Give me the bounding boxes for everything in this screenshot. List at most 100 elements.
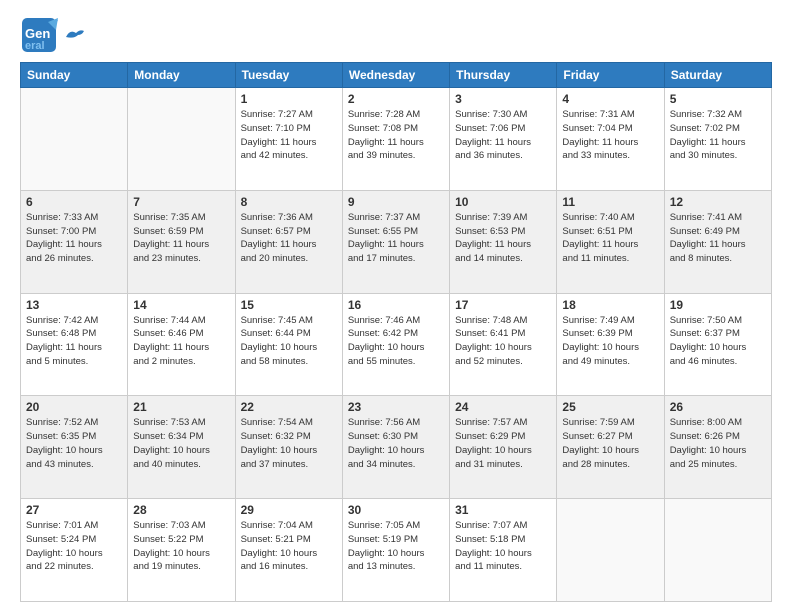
weekday-header-friday: Friday: [557, 63, 664, 88]
calendar-cell: 31 Sunrise: 7:07 AMSunset: 5:18 PMDayligh…: [450, 499, 557, 602]
svg-text:Gen: Gen: [25, 26, 50, 41]
calendar-cell: 30Sunrise: 7:05 AMSunset: 5:19 PMDayligh…: [342, 499, 449, 602]
day-number: 29: [241, 503, 337, 517]
day-info: Sunrise: 7:04 AMSunset: 5:21 PMDaylight:…: [241, 519, 337, 574]
weekday-header-tuesday: Tuesday: [235, 63, 342, 88]
day-number: 11: [562, 195, 658, 209]
day-info: Sunrise: 7:42 AMSunset: 6:48 PMDaylight:…: [26, 314, 122, 369]
day-number: 6: [26, 195, 122, 209]
day-number: 15: [241, 298, 337, 312]
calendar-cell: 5 Sunrise: 7:32 AMSunset: 7:02 PMDaylight…: [664, 88, 771, 191]
day-number: 2: [348, 92, 444, 106]
calendar-cell: 1Sunrise: 7:27 AMSunset: 7:10 PMDaylight…: [235, 88, 342, 191]
calendar-row-1: 6 Sunrise: 7:33 AMSunset: 7:00 PMDaylight…: [21, 190, 772, 293]
day-number: 22: [241, 400, 337, 414]
calendar-row-4: 27Sunrise: 7:01 AMSunset: 5:24 PMDayligh…: [21, 499, 772, 602]
weekday-header-monday: Monday: [128, 63, 235, 88]
calendar-cell: 25Sunrise: 7:59 AMSunset: 6:27 PMDayligh…: [557, 396, 664, 499]
day-info: Sunrise: 7:52 AMSunset: 6:35 PMDaylight:…: [26, 416, 122, 471]
day-number: 25: [562, 400, 658, 414]
day-number: 20: [26, 400, 122, 414]
calendar-row-0: 1Sunrise: 7:27 AMSunset: 7:10 PMDaylight…: [21, 88, 772, 191]
day-number: 5: [670, 92, 766, 106]
day-info: Sunrise: 7:33 AMSunset: 7:00 PMDaylight:…: [26, 211, 122, 266]
calendar-table: SundayMondayTuesdayWednesdayThursdayFrid…: [20, 62, 772, 602]
calendar-header-row: SundayMondayTuesdayWednesdayThursdayFrid…: [21, 63, 772, 88]
day-info: Sunrise: 7:28 AMSunset: 7:08 PMDaylight:…: [348, 108, 444, 163]
calendar-cell: 8 Sunrise: 7:36 AMSunset: 6:57 PMDaylight…: [235, 190, 342, 293]
day-info: Sunrise: 7:30 AMSunset: 7:06 PMDaylight:…: [455, 108, 551, 163]
calendar-cell: 29 Sunrise: 7:04 AMSunset: 5:21 PMDayligh…: [235, 499, 342, 602]
day-number: 14: [133, 298, 229, 312]
logo: Gen eral: [20, 16, 86, 54]
day-info: Sunrise: 7:37 AMSunset: 6:55 PMDaylight:…: [348, 211, 444, 266]
day-info: Sunrise: 7:05 AMSunset: 5:19 PMDaylight:…: [348, 519, 444, 574]
day-info: Sunrise: 7:57 AMSunset: 6:29 PMDaylight:…: [455, 416, 551, 471]
day-info: Sunrise: 7:40 AMSunset: 6:51 PMDaylight:…: [562, 211, 658, 266]
day-info: Sunrise: 7:53 AMSunset: 6:34 PMDaylight:…: [133, 416, 229, 471]
day-number: 28: [133, 503, 229, 517]
calendar-cell: 17 Sunrise: 7:48 AMSunset: 6:41 PMDayligh…: [450, 293, 557, 396]
day-number: 7: [133, 195, 229, 209]
day-number: 19: [670, 298, 766, 312]
calendar-cell: 26Sunrise: 8:00 AMSunset: 6:26 PMDayligh…: [664, 396, 771, 499]
day-number: 18: [562, 298, 658, 312]
day-info: Sunrise: 7:31 AMSunset: 7:04 PMDaylight:…: [562, 108, 658, 163]
weekday-header-thursday: Thursday: [450, 63, 557, 88]
weekday-header-saturday: Saturday: [664, 63, 771, 88]
day-info: Sunrise: 7:48 AMSunset: 6:41 PMDaylight:…: [455, 314, 551, 369]
calendar-cell: 3 Sunrise: 7:30 AMSunset: 7:06 PMDaylight…: [450, 88, 557, 191]
calendar-cell: 27Sunrise: 7:01 AMSunset: 5:24 PMDayligh…: [21, 499, 128, 602]
svg-text:eral: eral: [25, 40, 45, 52]
header: Gen eral: [20, 16, 772, 54]
day-number: 9: [348, 195, 444, 209]
day-info: Sunrise: 7:27 AMSunset: 7:10 PMDaylight:…: [241, 108, 337, 163]
day-number: 12: [670, 195, 766, 209]
calendar-cell: 9 Sunrise: 7:37 AMSunset: 6:55 PMDaylight…: [342, 190, 449, 293]
day-info: Sunrise: 7:41 AMSunset: 6:49 PMDaylight:…: [670, 211, 766, 266]
calendar-row-3: 20 Sunrise: 7:52 AMSunset: 6:35 PMDayligh…: [21, 396, 772, 499]
calendar-cell: 15 Sunrise: 7:45 AMSunset: 6:44 PMDayligh…: [235, 293, 342, 396]
day-info: Sunrise: 7:07 AMSunset: 5:18 PMDaylight:…: [455, 519, 551, 574]
calendar-cell: 6 Sunrise: 7:33 AMSunset: 7:00 PMDaylight…: [21, 190, 128, 293]
day-info: Sunrise: 7:35 AMSunset: 6:59 PMDaylight:…: [133, 211, 229, 266]
calendar-cell: 28 Sunrise: 7:03 AMSunset: 5:22 PMDayligh…: [128, 499, 235, 602]
day-info: Sunrise: 7:03 AMSunset: 5:22 PMDaylight:…: [133, 519, 229, 574]
day-number: 31: [455, 503, 551, 517]
day-number: 3: [455, 92, 551, 106]
calendar-cell: 21 Sunrise: 7:53 AMSunset: 6:34 PMDayligh…: [128, 396, 235, 499]
calendar-cell: 13 Sunrise: 7:42 AMSunset: 6:48 PMDayligh…: [21, 293, 128, 396]
calendar-cell: 11 Sunrise: 7:40 AMSunset: 6:51 PMDayligh…: [557, 190, 664, 293]
day-info: Sunrise: 7:54 AMSunset: 6:32 PMDaylight:…: [241, 416, 337, 471]
day-info: Sunrise: 7:46 AMSunset: 6:42 PMDaylight:…: [348, 314, 444, 369]
calendar-cell: 12 Sunrise: 7:41 AMSunset: 6:49 PMDayligh…: [664, 190, 771, 293]
day-info: Sunrise: 7:39 AMSunset: 6:53 PMDaylight:…: [455, 211, 551, 266]
day-info: Sunrise: 7:56 AMSunset: 6:30 PMDaylight:…: [348, 416, 444, 471]
calendar-cell: [664, 499, 771, 602]
calendar-cell: 10 Sunrise: 7:39 AMSunset: 6:53 PMDayligh…: [450, 190, 557, 293]
calendar-cell: [21, 88, 128, 191]
calendar-cell: 7 Sunrise: 7:35 AMSunset: 6:59 PMDaylight…: [128, 190, 235, 293]
day-number: 17: [455, 298, 551, 312]
weekday-header-sunday: Sunday: [21, 63, 128, 88]
day-info: Sunrise: 7:45 AMSunset: 6:44 PMDaylight:…: [241, 314, 337, 369]
day-number: 10: [455, 195, 551, 209]
calendar-row-2: 13 Sunrise: 7:42 AMSunset: 6:48 PMDayligh…: [21, 293, 772, 396]
day-number: 23: [348, 400, 444, 414]
day-number: 21: [133, 400, 229, 414]
day-number: 24: [455, 400, 551, 414]
logo-icon: Gen eral: [20, 16, 58, 54]
calendar-cell: [557, 499, 664, 602]
day-number: 27: [26, 503, 122, 517]
day-info: Sunrise: 7:32 AMSunset: 7:02 PMDaylight:…: [670, 108, 766, 163]
day-number: 26: [670, 400, 766, 414]
calendar-cell: 24 Sunrise: 7:57 AMSunset: 6:29 PMDayligh…: [450, 396, 557, 499]
day-number: 16: [348, 298, 444, 312]
calendar-cell: [128, 88, 235, 191]
day-info: Sunrise: 7:49 AMSunset: 6:39 PMDaylight:…: [562, 314, 658, 369]
day-info: Sunrise: 7:36 AMSunset: 6:57 PMDaylight:…: [241, 211, 337, 266]
day-number: 13: [26, 298, 122, 312]
day-number: 8: [241, 195, 337, 209]
calendar-cell: 14Sunrise: 7:44 AMSunset: 6:46 PMDayligh…: [128, 293, 235, 396]
day-info: Sunrise: 7:50 AMSunset: 6:37 PMDaylight:…: [670, 314, 766, 369]
